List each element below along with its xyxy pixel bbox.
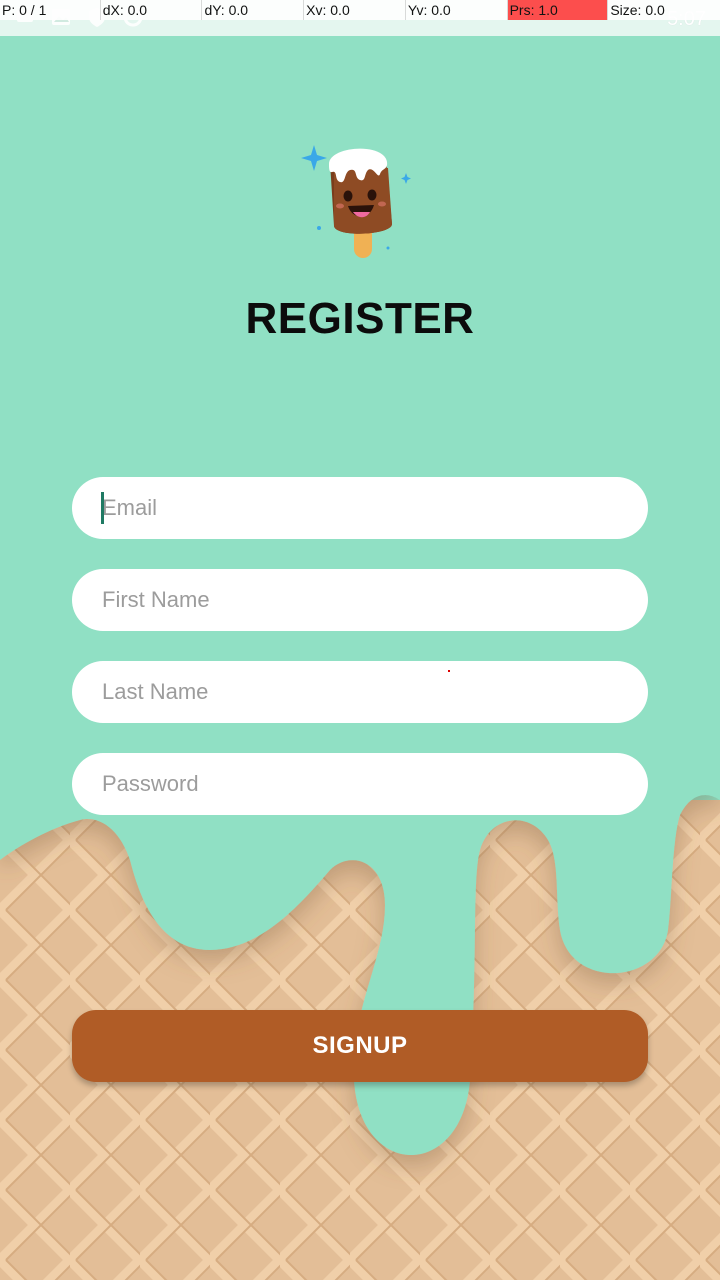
email-input[interactable] xyxy=(102,495,648,521)
debug-pointer: P: 0 / 1 xyxy=(0,0,101,20)
password-input[interactable] xyxy=(102,771,648,797)
debug-dy: dY: 0.0 xyxy=(202,0,305,20)
text-cursor xyxy=(101,492,104,524)
email-field-container[interactable] xyxy=(72,477,648,539)
first-name-input[interactable] xyxy=(102,587,648,613)
touch-indicator-dot xyxy=(448,670,450,672)
debug-pressure: Prs: 1.0 xyxy=(507,0,609,20)
pointer-location-overlay: P: 0 / 1 dX: 0.0 dY: 0.0 Xv: 0.0 Yv: 0.0… xyxy=(0,0,720,20)
popsicle-icon xyxy=(301,145,411,258)
debug-xv: Xv: 0.0 xyxy=(304,0,406,20)
signup-button[interactable]: SIGNUP xyxy=(72,1010,648,1082)
last-name-field-container[interactable] xyxy=(72,661,648,723)
first-name-field-container[interactable] xyxy=(72,569,648,631)
register-title: REGISTER xyxy=(245,294,475,343)
debug-dx: dX: 0.0 xyxy=(101,0,203,20)
last-name-input[interactable] xyxy=(102,679,648,705)
password-field-container[interactable] xyxy=(72,753,648,815)
debug-yv: Yv: 0.0 xyxy=(406,0,508,20)
debug-size: Size: 0.0 xyxy=(610,2,665,18)
